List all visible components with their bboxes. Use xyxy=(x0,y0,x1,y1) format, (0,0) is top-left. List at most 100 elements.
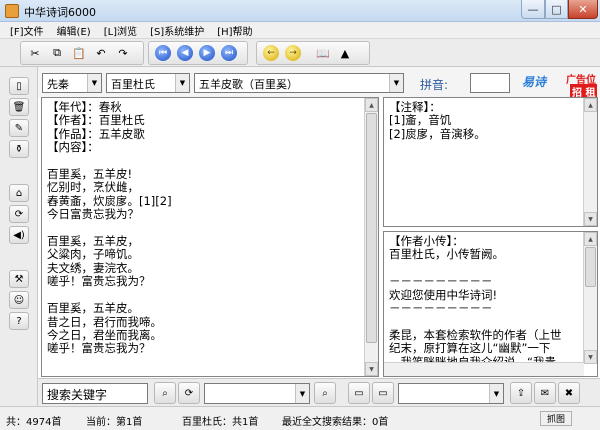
scroll-up-icon[interactable]: ▲ xyxy=(365,98,378,112)
eject-button[interactable]: ▲ xyxy=(334,43,356,63)
menu-edit[interactable]: 编辑(E) xyxy=(57,23,91,38)
bio-hscrollbar[interactable] xyxy=(384,362,584,376)
next-icon: ▶ xyxy=(199,45,215,61)
tool-button[interactable]: ⚱ xyxy=(9,140,29,158)
pinyin-input[interactable] xyxy=(470,73,510,93)
chevron-down-icon[interactable]: ▼ xyxy=(175,74,189,92)
chevron-down-icon[interactable]: ▼ xyxy=(389,74,403,92)
bio-scrollbar[interactable]: ▲ ▼ xyxy=(583,232,597,364)
trash-button[interactable]: 🗑 xyxy=(9,98,29,116)
last-record-button[interactable]: ⏭ xyxy=(218,43,240,63)
minimize-button[interactable]: — xyxy=(521,0,545,19)
menu-browse[interactable]: [L]浏览 xyxy=(104,23,137,38)
chevron-down-icon[interactable]: ▼ xyxy=(489,384,503,403)
help-button[interactable]: ? xyxy=(9,312,29,330)
copy-button[interactable]: ⧉ xyxy=(46,43,68,63)
user-button[interactable]: ☺ xyxy=(9,291,29,309)
notes-scrollbar[interactable]: ▲ ▼ xyxy=(583,98,597,226)
poem-value: 五羊皮歌（百里奚） xyxy=(199,78,298,91)
scroll-down-icon[interactable]: ▼ xyxy=(584,350,597,364)
search-button[interactable]: ⌕ xyxy=(154,382,176,404)
mail-icon: ✉ xyxy=(540,387,550,399)
brush-button[interactable]: ✎ xyxy=(9,119,29,137)
keyword-label: 搜索关键字 xyxy=(47,388,108,402)
dynasty-value: 先秦 xyxy=(47,78,69,91)
poem-text-panel[interactable]: 【年代】：春秋 【作者】：百里杜氏 【作品】：五羊皮歌 【内容】： 百里奚，五羊… xyxy=(41,97,379,377)
first-record-button[interactable]: ⏮ xyxy=(152,43,174,63)
poem-select[interactable]: 五羊皮歌（百里奚） ▼ xyxy=(194,73,404,93)
tag-button[interactable]: ⌂ xyxy=(9,184,29,202)
redo-icon: ↷ xyxy=(118,46,128,60)
search-bar: 搜索关键字 ⌕ ⟳ ▼ ⌕ ▭ ▭ ▼ ⇪ ✉ ✖ xyxy=(38,378,600,406)
notes-panel[interactable]: 【注释】： [1]齑，音饥 [2]扊扅，音演移。 ▲ ▼ xyxy=(383,97,598,227)
status-current: 当前：第1首 xyxy=(86,417,143,428)
trash-icon: 🗑 xyxy=(12,101,26,113)
export-icon: ⇪ xyxy=(516,387,526,399)
save-folder-button[interactable]: ▭ xyxy=(372,382,394,404)
eject-icon: ▲ xyxy=(340,46,350,60)
maximize-button[interactable]: □ xyxy=(545,0,568,19)
status-total: 共：4974首 xyxy=(6,417,62,428)
back-button[interactable]: ← xyxy=(260,43,282,63)
folder-save-icon: ▭ xyxy=(378,387,388,399)
copy-icon: ⧉ xyxy=(53,46,61,59)
last-icon: ⏭ xyxy=(221,45,237,61)
settings-button[interactable]: ⚒ xyxy=(9,270,29,288)
scroll-up-icon[interactable]: ▲ xyxy=(584,98,597,112)
dynasty-select[interactable]: 先秦 ▼ xyxy=(42,73,102,93)
author-value: 百里杜氏 xyxy=(111,78,155,91)
app-icon xyxy=(5,4,19,18)
author-bio-panel[interactable]: 【作者小传】： 百里杜氏，小传暂阙。 －－－－－－－－－ 欢迎您使用中华诗词! … xyxy=(383,231,598,377)
paste-button[interactable]: 📋 xyxy=(68,43,90,63)
forward-button[interactable]: → xyxy=(282,43,304,63)
mail-button[interactable]: ✉ xyxy=(534,382,556,404)
fulltext-search-button[interactable]: ⌕ xyxy=(314,382,336,404)
keyword-input[interactable]: 搜索关键字 xyxy=(42,383,148,404)
search-doc-icon: ⌕ xyxy=(322,387,328,399)
next-record-button[interactable]: ▶ xyxy=(196,43,218,63)
refresh-icon: ⟳ xyxy=(14,208,24,220)
scroll-down-icon[interactable]: ▼ xyxy=(584,212,597,226)
menu-file[interactable]: [F]文件 xyxy=(10,23,44,38)
search-next-button[interactable]: ⟳ xyxy=(178,382,200,404)
scissors-icon: ✂ xyxy=(30,46,40,60)
scroll-thumb[interactable] xyxy=(366,113,377,343)
misc-tool-group: ← → 📖 ▲ xyxy=(256,41,370,65)
delete-icon: ✖ xyxy=(564,387,574,399)
ad-banner[interactable]: 易诗 广告位 招 租 xyxy=(516,69,600,99)
sound-button[interactable]: ◀) xyxy=(9,226,29,244)
pinyin-label: 拼音: xyxy=(420,78,449,92)
export-button[interactable]: ⇪ xyxy=(510,382,532,404)
prev-icon: ◀ xyxy=(177,45,193,61)
bio-content: 【作者小传】： 百里杜氏，小传暂阙。 －－－－－－－－－ 欢迎您使用中华诗词! … xyxy=(389,234,562,376)
search-scope-select[interactable]: ▼ xyxy=(204,383,310,404)
refresh-button[interactable]: ⟳ xyxy=(9,205,29,223)
back-arrow-icon: ← xyxy=(263,45,279,61)
redo-button[interactable]: ↷ xyxy=(112,43,134,63)
search-icon: ⌕ xyxy=(162,387,168,399)
status-indicator: 抓图 xyxy=(540,411,572,426)
book-button[interactable]: 📖 xyxy=(312,43,334,63)
scroll-thumb[interactable] xyxy=(585,247,596,287)
paste-icon: 📋 xyxy=(72,46,86,60)
result-select[interactable]: ▼ xyxy=(398,383,504,404)
poem-scrollbar[interactable]: ▲ ▼ xyxy=(364,98,378,376)
delete-button[interactable]: ✖ xyxy=(558,382,580,404)
author-select[interactable]: 百里杜氏 ▼ xyxy=(106,73,190,93)
cut-button[interactable]: ✂ xyxy=(24,43,46,63)
scroll-down-icon[interactable]: ▼ xyxy=(365,362,378,376)
tools-icon: ⚒ xyxy=(14,273,24,285)
document-icon: ▯ xyxy=(16,80,22,92)
open-folder-button[interactable]: ▭ xyxy=(348,382,370,404)
close-button[interactable]: ✕ xyxy=(568,0,598,19)
chevron-down-icon[interactable]: ▼ xyxy=(87,74,101,92)
new-doc-button[interactable]: ▯ xyxy=(9,77,29,95)
menu-help[interactable]: [H]帮助 xyxy=(217,23,252,38)
prev-record-button[interactable]: ◀ xyxy=(174,43,196,63)
menu-system[interactable]: [S]系统维护 xyxy=(150,23,204,38)
forward-arrow-icon: → xyxy=(285,45,301,61)
undo-button[interactable]: ↶ xyxy=(90,43,112,63)
scroll-up-icon[interactable]: ▲ xyxy=(584,232,597,246)
chevron-down-icon[interactable]: ▼ xyxy=(295,384,309,403)
bucket-icon: ⚱ xyxy=(14,143,24,155)
